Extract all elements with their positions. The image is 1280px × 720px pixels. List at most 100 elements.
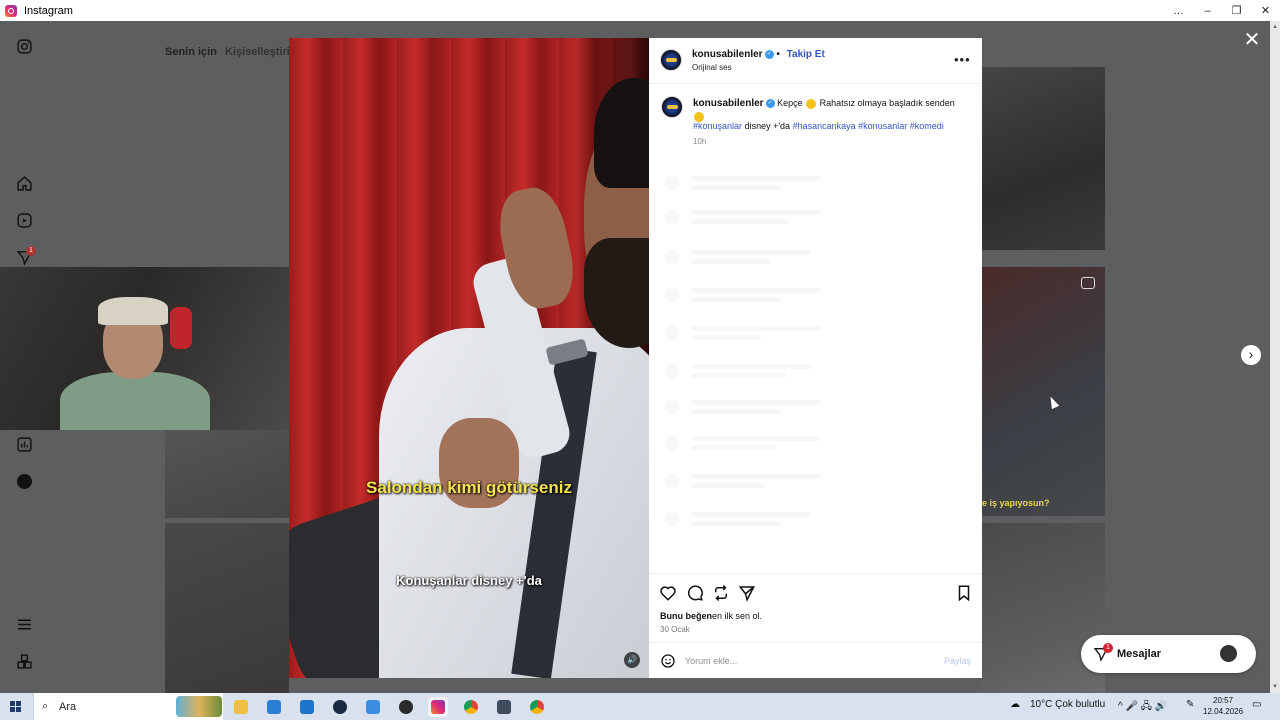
feed-tabs: Senin için Kişiselleştirin <box>165 46 297 58</box>
search-icon: ⌕ <box>42 700 49 712</box>
window-menu-button[interactable]: … <box>1164 0 1193 21</box>
taskbar-app-icon[interactable] <box>264 697 284 717</box>
taskbar-clock[interactable]: 20:57 12.04.2026 <box>1203 695 1243 717</box>
windows-taskbar: ⌕ Ara ☁ 10°C Çok bulutlu ^ 🎤 🖧 🔊 ✎ 20:57… <box>0 693 1280 720</box>
hashtag-link[interactable]: #komedi <box>910 121 944 131</box>
comment-icon[interactable] <box>686 584 704 602</box>
feed-thumbnail[interactable] <box>165 523 289 693</box>
caption-avatar[interactable] <box>661 96 683 118</box>
notification-badge: 1 <box>26 246 36 256</box>
obs-icon[interactable] <box>396 697 416 717</box>
share-icon[interactable] <box>738 584 756 602</box>
more-options-icon[interactable]: ••• <box>954 52 971 67</box>
home-icon[interactable] <box>15 174 33 192</box>
reel-video[interactable]: Salondan kimi götürseniz Konuşanlar disn… <box>289 38 649 678</box>
video-subtitle-bottom: Konuşanlar disney +'da <box>396 573 542 588</box>
feed-thumbnail[interactable] <box>982 67 1105 250</box>
instagram-logo-icon[interactable] <box>15 37 33 55</box>
system-tray-icons[interactable]: ^ 🎤 🖧 🔊 <box>1118 699 1167 716</box>
messages-button[interactable]: 1 Mesajlar <box>1081 635 1256 673</box>
comment-skeleton <box>665 288 835 306</box>
author-avatar[interactable] <box>660 49 682 71</box>
maximize-button[interactable]: ❐ <box>1222 0 1251 21</box>
feed-thumbnail[interactable] <box>165 430 289 518</box>
page-scrollbar[interactable] <box>1270 21 1280 693</box>
caption-username[interactable]: konusabilenler <box>693 98 764 109</box>
profile-avatar[interactable] <box>17 474 32 489</box>
instagram-taskbar-icon[interactable] <box>428 697 448 717</box>
weather-text[interactable]: 10°C Çok bulutlu <box>1030 699 1105 710</box>
audio-label[interactable]: Orijinal ses <box>692 63 732 72</box>
comment-skeleton <box>665 250 835 268</box>
comment-skeleton <box>665 512 835 530</box>
close-window-button[interactable]: ✕ <box>1251 0 1280 21</box>
post-panel: konusabilenler ✓ • Takip Et Orijinal ses … <box>649 38 982 678</box>
feed-thumbnail[interactable]: e iş yapıyosun? <box>982 267 1105 516</box>
file-explorer-icon[interactable] <box>231 697 251 717</box>
follow-button[interactable]: Takip Et <box>787 49 825 60</box>
reels-icon[interactable] <box>15 211 33 229</box>
comment-skeleton <box>665 436 835 454</box>
tab-customize[interactable]: Kişiselleştirin <box>225 46 297 58</box>
thumbnail-caption: e iş yapıyosun? <box>982 498 1050 508</box>
webcam-person-cap <box>98 297 168 325</box>
comment-input[interactable] <box>685 653 935 669</box>
hashtag-link[interactable]: #konuşanlar <box>693 121 742 131</box>
post-caption: konusabilenler ✓ Kepçe Rahatsız olmaya ba… <box>693 97 968 122</box>
comment-skeleton <box>665 364 835 382</box>
repost-icon[interactable] <box>712 584 730 602</box>
notifications-icon[interactable]: ▭ <box>1252 699 1261 710</box>
messages-label: Mesajlar <box>1117 648 1162 660</box>
taskbar-app-icon[interactable] <box>330 697 350 717</box>
save-bookmark-icon[interactable] <box>955 584 973 602</box>
post-actions: Bunu beğenen ilk sen ol. 30 Ocak <box>649 573 982 634</box>
taskbar-search[interactable]: ⌕ Ara <box>33 693 223 720</box>
reel-icon <box>1081 277 1095 289</box>
laughing-emoji-icon <box>806 98 817 109</box>
close-modal-button[interactable]: ✕ <box>1243 30 1261 50</box>
post-date: 30 Ocak <box>660 625 690 634</box>
window-controls: … – ❐ ✕ <box>1164 0 1280 21</box>
caption-text: disney +'da <box>744 121 791 131</box>
comment-skeleton <box>665 210 835 228</box>
likes-text-bold[interactable]: Bunu beğen <box>660 611 712 621</box>
likes-text-rest: en ilk sen ol. <box>712 611 763 621</box>
caption-text: Rahatsız olmaya başladık senden <box>819 98 955 108</box>
next-post-button[interactable]: › <box>1241 345 1261 365</box>
author-username[interactable]: konusabilenler <box>692 49 763 60</box>
post-header: konusabilenler ✓ • Takip Et Orijinal ses … <box>649 38 982 84</box>
video-subtitle-top: Salondan kimi götürseniz <box>366 478 572 497</box>
hashtag-link[interactable]: #konusanlar <box>858 121 907 131</box>
chrome-icon[interactable] <box>461 697 481 717</box>
store-icon[interactable] <box>297 697 317 717</box>
windows-start-icon[interactable] <box>10 701 22 713</box>
taskbar-app-icon[interactable] <box>363 697 383 717</box>
taskbar-app-icon[interactable] <box>494 697 514 717</box>
webcam-overlay <box>0 267 289 430</box>
hashtag-link[interactable]: #hasancankaya <box>793 121 856 131</box>
webcam-person-shirt <box>60 372 210 430</box>
caption-hashtags: #konuşanlar disney +'da #hasancankaya #k… <box>693 121 944 131</box>
menu-icon[interactable] <box>15 615 33 633</box>
like-heart-icon[interactable] <box>659 584 677 602</box>
verified-badge-icon: ✓ <box>765 99 775 109</box>
pen-icon[interactable]: ✎ <box>1186 699 1194 710</box>
separator-dot: • <box>776 49 780 60</box>
tab-for-you[interactable]: Senin için <box>165 46 217 58</box>
caption-text: Kepçe <box>777 98 803 108</box>
chrome-icon[interactable] <box>527 697 547 717</box>
search-highlight-image <box>176 696 222 717</box>
clock-time: 20:57 <box>1213 696 1234 705</box>
verified-badge-icon: ✓ <box>764 49 774 59</box>
minimize-button[interactable]: – <box>1193 0 1222 21</box>
clock-date: 12.04.2026 <box>1203 707 1244 716</box>
scroll-up-arrow[interactable]: ▲ <box>1271 24 1279 30</box>
emoji-picker-icon[interactable] <box>660 653 676 669</box>
scroll-down-arrow[interactable]: ▼ <box>1271 684 1279 690</box>
weather-icon[interactable]: ☁ <box>1010 699 1020 710</box>
post-comment-button[interactable]: Paylaş <box>944 656 971 666</box>
comment-skeleton <box>665 326 835 344</box>
dashboard-icon[interactable] <box>15 435 33 453</box>
audio-toggle-button[interactable]: 🔊 <box>624 652 640 668</box>
also-from-meta-icon[interactable] <box>15 652 33 670</box>
